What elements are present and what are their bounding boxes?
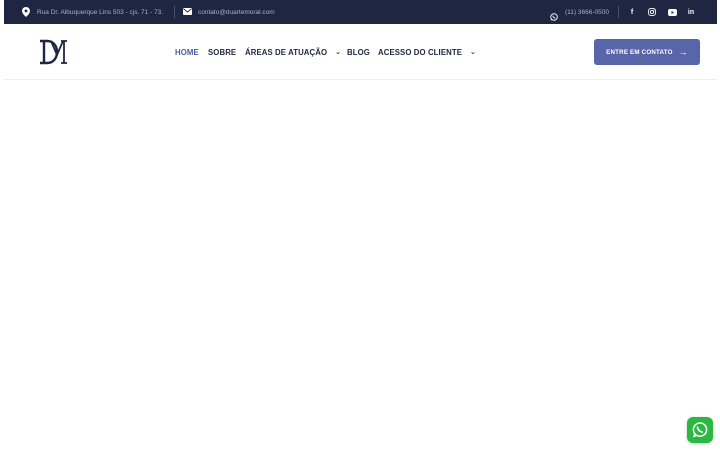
nav-acesso-label: ACESSO DO CLIENTE	[378, 47, 463, 57]
divider	[174, 6, 175, 18]
whatsapp-floating-button[interactable]	[687, 417, 713, 443]
contact-button-label: ENTRE EM CONTATO	[606, 48, 673, 56]
envelope-icon	[183, 8, 192, 15]
divider	[618, 6, 619, 18]
nav-home[interactable]: HOME	[175, 46, 199, 58]
nav-sobre-label: SOBRE	[208, 47, 237, 57]
address-text: Rua Dr. Albuquerque Lins 503 - cjs. 71 -…	[37, 8, 164, 16]
youtube-icon[interactable]	[666, 6, 678, 18]
phone-link[interactable]: (11) 3666-0500	[565, 0, 609, 24]
chevron-down-icon: ⌄	[470, 49, 476, 56]
map-pin-icon	[22, 7, 30, 17]
arrow-right-icon: →	[678, 47, 688, 57]
whatsapp-icon	[692, 422, 708, 438]
site-header: HOME SOBRE ÁREAS DE ATUAÇÃO ⌄ BLOG ACESS…	[4, 24, 717, 80]
nav-sobre[interactable]: SOBRE	[208, 46, 236, 58]
instagram-icon[interactable]	[646, 6, 658, 18]
facebook-icon[interactable]: f	[626, 6, 638, 18]
nav-blog[interactable]: BLOG	[347, 46, 370, 58]
nav-home-label: HOME	[175, 47, 199, 57]
contact-button[interactable]: ENTRE EM CONTATO →	[594, 39, 700, 65]
site-logo[interactable]	[37, 39, 69, 70]
nav-areas-de-atuacao[interactable]: ÁREAS DE ATUAÇÃO ⌄	[245, 46, 341, 58]
nav-blog-label: BLOG	[347, 47, 370, 57]
top-bar: Rua Dr. Albuquerque Lins 503 - cjs. 71 -…	[4, 0, 717, 24]
chevron-down-icon: ⌄	[335, 49, 342, 56]
email-link[interactable]: contato@duartemoral.com	[198, 0, 275, 24]
nav-acesso-do-cliente[interactable]: ACESSO DO CLIENTE ⌄	[378, 46, 476, 58]
nav-areas-label: ÁREAS DE ATUAÇÃO	[245, 47, 328, 57]
linkedin-icon[interactable]: in	[685, 6, 697, 18]
